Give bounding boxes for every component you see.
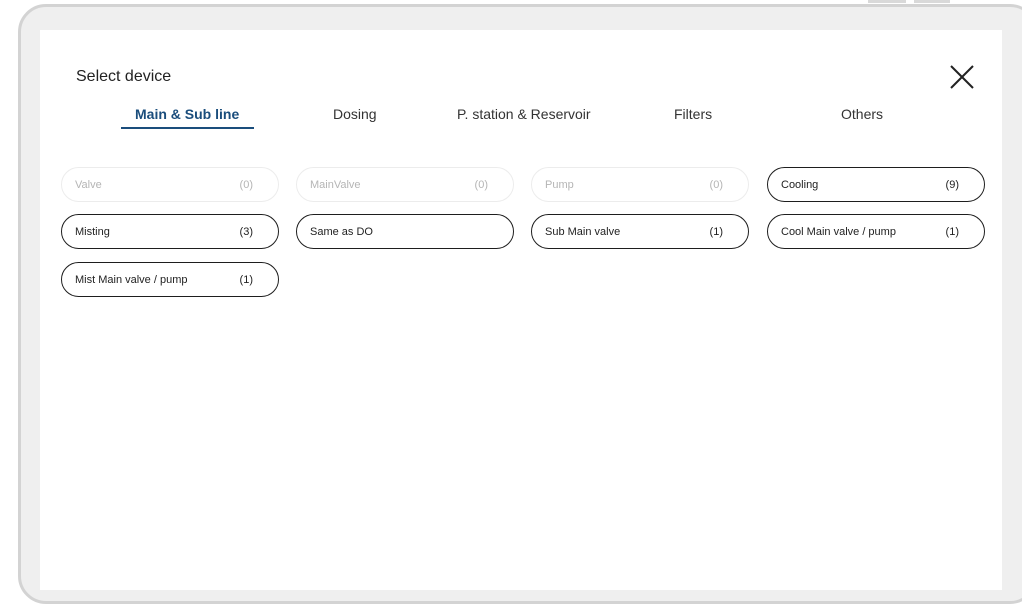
- chip-count: (1): [945, 226, 959, 238]
- close-icon: [950, 65, 974, 89]
- device-category-tabs: Main & Sub line Dosing P. station & Rese…: [40, 98, 1002, 132]
- chip-label: Valve: [75, 179, 102, 191]
- device-chip-cool-main-valve-pump[interactable]: Cool Main valve / pump (1): [767, 214, 985, 249]
- chip-label: Misting: [75, 226, 110, 238]
- chip-label: MainValve: [310, 179, 361, 191]
- tab-others[interactable]: Others: [841, 106, 883, 122]
- device-chip-valve: Valve (0): [61, 167, 279, 202]
- tab-main-sub-line[interactable]: Main & Sub line: [135, 106, 239, 122]
- device-chip-cooling[interactable]: Cooling (9): [767, 167, 985, 202]
- device-chip-mist-main-valve-pump[interactable]: Mist Main valve / pump (1): [61, 262, 279, 297]
- chip-count: (0): [474, 179, 488, 191]
- chip-label: Mist Main valve / pump: [75, 274, 188, 286]
- chip-label: Sub Main valve: [545, 226, 621, 238]
- device-chip-same-as-do[interactable]: Same as DO: [296, 214, 514, 249]
- chip-count: (1): [239, 274, 253, 286]
- chip-count: (9): [945, 179, 959, 191]
- device-top-nub-left: [868, 0, 906, 3]
- chip-label: Pump: [545, 179, 574, 191]
- active-tab-underline: [121, 127, 254, 129]
- tab-p-station-reservoir[interactable]: P. station & Reservoir: [457, 106, 591, 122]
- chip-label: Cooling: [781, 179, 819, 191]
- device-chip-pump: Pump (0): [531, 167, 749, 202]
- chip-label: Same as DO: [310, 226, 373, 238]
- device-chip-mainvalve: MainValve (0): [296, 167, 514, 202]
- tab-filters[interactable]: Filters: [674, 106, 712, 122]
- tab-dosing[interactable]: Dosing: [333, 106, 377, 122]
- chip-count: (0): [239, 179, 253, 191]
- dialog-title: Select device: [76, 68, 172, 85]
- select-device-dialog: Select device Main & Sub line Dosing P. …: [40, 30, 1002, 590]
- chip-count: (0): [709, 179, 723, 191]
- chip-label: Cool Main valve / pump: [781, 226, 896, 238]
- device-top-nub-right: [914, 0, 950, 3]
- close-button[interactable]: [946, 61, 978, 93]
- chip-count: (1): [709, 226, 723, 238]
- chip-count: (3): [239, 226, 253, 238]
- device-chip-sub-main-valve[interactable]: Sub Main valve (1): [531, 214, 749, 249]
- device-chip-misting[interactable]: Misting (3): [61, 214, 279, 249]
